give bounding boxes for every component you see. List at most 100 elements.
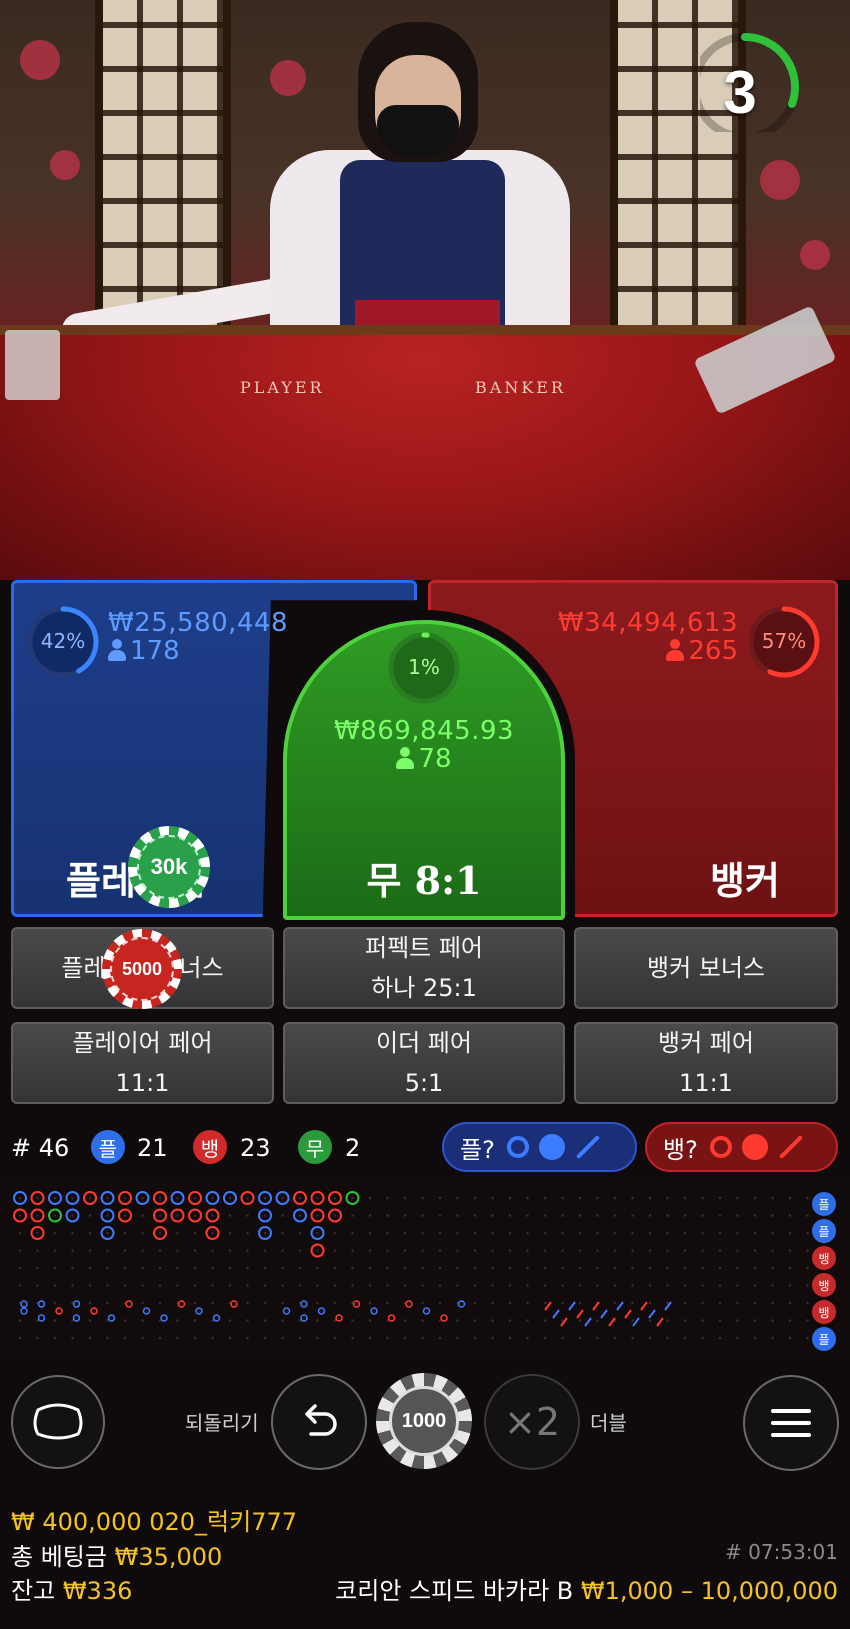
grid-dot: [71, 1266, 74, 1270]
grid-dot: [403, 1284, 407, 1287]
grid-dot: [123, 1214, 127, 1217]
grid-dot: [176, 1196, 179, 1200]
chip-selector-value: 1000: [389, 1386, 459, 1456]
person-icon: [108, 639, 126, 661]
ask-banker-button[interactable]: 뱅?: [645, 1122, 838, 1172]
grid-dot: [596, 1249, 599, 1252]
grid-dot: [246, 1214, 249, 1217]
grid-dot: [141, 1319, 144, 1322]
either-pair-bet[interactable]: 이더 페어 5:1: [283, 1022, 565, 1104]
grid-dot: [613, 1214, 617, 1217]
grid-dot: [473, 1284, 477, 1287]
ask-player-button[interactable]: 플?: [442, 1122, 637, 1172]
grid-dot: [806, 1319, 809, 1322]
grid-dot: [473, 1319, 477, 1322]
grid-dot: [421, 1336, 424, 1340]
big-eye-mark: [107, 1314, 116, 1322]
blue-slash-icon: [575, 1134, 600, 1160]
double-button[interactable]: ×2: [484, 1374, 580, 1470]
grid-dot: [648, 1336, 652, 1340]
big-eye-mark: [72, 1314, 81, 1322]
grid-dot: [333, 1196, 337, 1200]
grid-dot: [368, 1284, 372, 1287]
grid-dot: [438, 1196, 442, 1200]
grid-dot: [176, 1336, 179, 1340]
big-eye-mark: [370, 1307, 378, 1315]
grid-dot: [211, 1336, 214, 1340]
grid-dot: [753, 1196, 757, 1200]
grid-dot: [701, 1336, 704, 1340]
grid-dot: [211, 1249, 214, 1252]
big-eye-mark: [405, 1300, 413, 1308]
cockroach-mark: [584, 1317, 592, 1327]
grid-dot: [596, 1231, 599, 1235]
player-pair-bet[interactable]: 플레이어 페어 11:1: [11, 1022, 274, 1104]
grid-dot: [718, 1266, 722, 1270]
grid-dot: [543, 1231, 547, 1235]
grid-dot: [701, 1284, 704, 1287]
banker-pair-bet[interactable]: 뱅커 페어 11:1: [574, 1022, 838, 1104]
table-shape-icon: [33, 1403, 83, 1440]
grid-dot: [141, 1249, 144, 1252]
big-eye-mark: [300, 1314, 308, 1322]
table-view-button[interactable]: [11, 1375, 105, 1469]
grid-dot: [456, 1214, 459, 1217]
grid-dot: [543, 1266, 547, 1270]
grid-dot: [666, 1196, 669, 1200]
menu-button[interactable]: [743, 1375, 839, 1471]
grid-dot: [753, 1214, 757, 1217]
grid-dot: [193, 1266, 197, 1270]
grid-dot: [106, 1231, 109, 1235]
grid-dot: [316, 1319, 319, 1322]
grid-dot: [88, 1336, 92, 1340]
grid-dot: [788, 1336, 792, 1340]
grid-dot: [403, 1231, 407, 1235]
grid-dot: [228, 1214, 232, 1217]
grid-dot: [648, 1249, 652, 1252]
grid-dot: [298, 1249, 302, 1252]
grid-dot: [421, 1301, 424, 1305]
grid-dot: [246, 1284, 249, 1287]
grid-dot: [438, 1336, 442, 1340]
banker-bettor-count: 265: [666, 636, 738, 666]
grid-dot: [473, 1336, 477, 1340]
road-map-grid: [13, 1191, 809, 1340]
grid-dot: [718, 1301, 722, 1305]
undo-button[interactable]: [271, 1374, 367, 1470]
grid-dot: [158, 1214, 162, 1217]
grid-dot: [88, 1249, 92, 1252]
grid-dot: [683, 1319, 687, 1322]
grid-dot: [736, 1214, 739, 1217]
grid-dot: [333, 1336, 337, 1340]
big-eye-mark: [282, 1307, 291, 1315]
grid-dot: [561, 1336, 564, 1340]
player-pair-label: 플레이어 페어: [72, 1029, 213, 1057]
grid-dot: [281, 1336, 284, 1340]
big-eye-mark: [160, 1314, 168, 1322]
live-video-stream: PLAYER BANKER 3: [0, 0, 850, 580]
grid-dot: [228, 1284, 232, 1287]
grid-dot: [666, 1214, 669, 1217]
road-prediction-badge: 플: [812, 1192, 836, 1216]
grid-dot: [53, 1319, 57, 1322]
cockroach-mark: [656, 1317, 664, 1327]
grid-dot: [141, 1336, 144, 1340]
grid-dot: [351, 1214, 354, 1217]
undo-label: 되돌리기: [185, 1411, 259, 1435]
grid-dot: [316, 1266, 319, 1270]
grid-dot: [211, 1301, 214, 1305]
perfect-pair-bet[interactable]: 퍼펙트 페어 하나 25:1: [283, 927, 565, 1009]
grid-dot: [403, 1319, 407, 1322]
grid-dot: [421, 1231, 424, 1235]
total-bet: 총 베팅금 ₩35,000: [11, 1537, 222, 1572]
grid-dot: [386, 1249, 389, 1252]
hamburger-menu-icon: [771, 1409, 811, 1437]
grid-dot: [421, 1266, 424, 1270]
banker-bonus-bet[interactable]: 뱅커 보너스: [574, 927, 838, 1009]
chip-selector[interactable]: 1000: [376, 1373, 472, 1469]
grid-dot: [631, 1231, 634, 1235]
cockroach-mark: [600, 1309, 608, 1319]
grid-dot: [18, 1319, 22, 1322]
grid-dot: [53, 1214, 57, 1217]
grid-dot: [491, 1214, 494, 1217]
